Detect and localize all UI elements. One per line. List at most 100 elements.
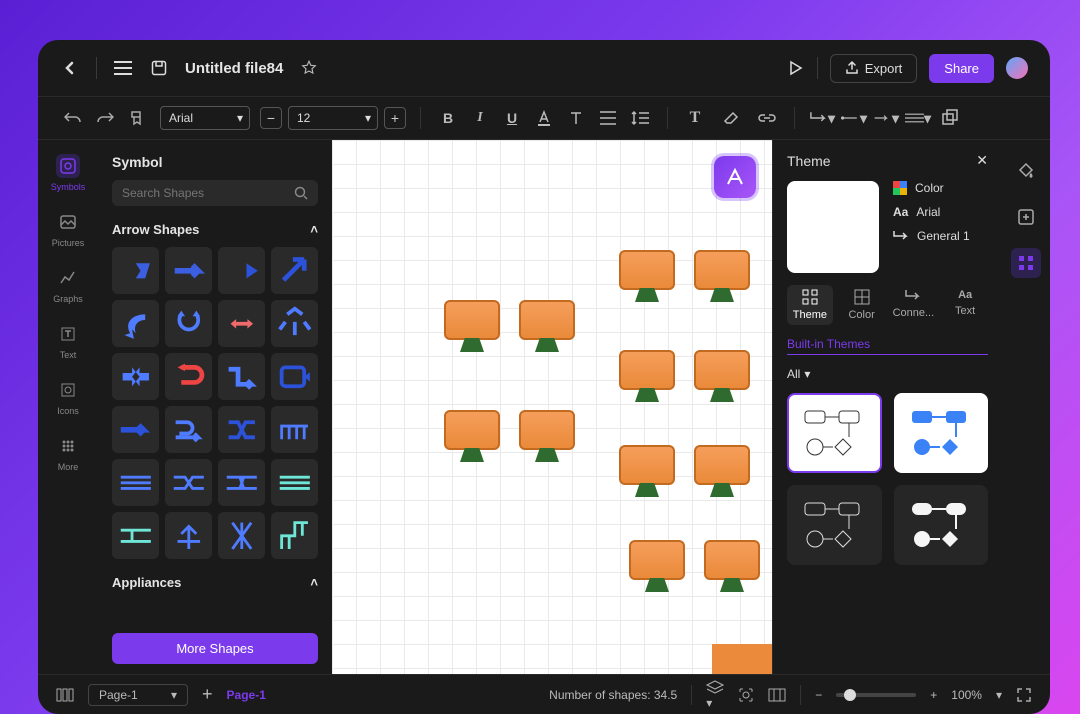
grid-tool[interactable] [1011,248,1041,278]
active-page[interactable]: Page-1 [227,688,266,702]
tab-color[interactable]: Color [839,285,885,325]
theme-filter[interactable]: All▾ [787,367,988,381]
save-icon[interactable] [149,58,169,78]
arrow-shape[interactable] [218,300,265,347]
map-icon[interactable] [768,687,786,703]
fullscreen-icon[interactable] [1016,687,1032,703]
rail-pictures[interactable]: Pictures [52,210,85,248]
zoom-slider[interactable] [836,693,916,697]
redo-icon[interactable] [92,105,118,131]
shape-desk[interactable] [627,540,687,596]
arrow-shape[interactable] [165,300,212,347]
underline-button[interactable]: U [499,105,525,131]
arrow-shape[interactable] [165,512,212,559]
line-start-button[interactable]: ▾ [841,105,867,131]
tab-theme[interactable]: Theme [787,285,833,325]
line-style-button[interactable]: ▾ [905,105,931,131]
text-tool-button[interactable]: T [682,105,708,131]
arrow-shape[interactable] [218,512,265,559]
meta-connector[interactable]: General 1 [893,229,970,243]
font-size-select[interactable]: 12▾ [288,106,378,130]
shape-desk[interactable] [617,350,677,406]
arrow-shape[interactable] [271,353,318,400]
close-icon[interactable]: ✕ [976,152,988,169]
font-decrease-button[interactable]: − [260,107,282,129]
shape-desk[interactable] [702,540,762,596]
shape-desk[interactable] [692,445,752,501]
tab-text[interactable]: AaText [942,285,988,325]
play-icon[interactable] [785,58,805,78]
shape-desk[interactable] [442,410,502,466]
rail-icons[interactable]: Icons [56,378,80,416]
arrow-shape[interactable] [218,353,265,400]
builtin-themes-link[interactable]: Built-in Themes [787,337,988,355]
arrow-shape[interactable] [112,459,159,506]
position-button[interactable] [937,105,963,131]
arrow-shape[interactable] [112,406,159,453]
connector-style-button[interactable]: ▾ [809,105,835,131]
search-shapes[interactable] [112,180,318,206]
theme-card[interactable] [894,485,989,565]
menu-icon[interactable] [113,58,133,78]
share-button[interactable]: Share [929,54,994,83]
theme-card[interactable] [787,393,882,473]
section-arrow-shapes[interactable]: Arrow Shapes ˄ [112,222,318,237]
layers-icon[interactable]: ▾ [706,680,724,710]
arrow-shape[interactable] [271,406,318,453]
eraser-button[interactable] [718,105,744,131]
zoom-value[interactable]: 100% [951,688,982,702]
canvas[interactable] [332,140,772,674]
zoom-in-button[interactable]: + [930,688,937,702]
shape-desk[interactable] [617,250,677,306]
format-painter-icon[interactable] [124,105,150,131]
arrow-shape[interactable] [165,459,212,506]
fill-tool[interactable] [1011,156,1041,186]
rail-text[interactable]: Text [56,322,80,360]
pages-icon[interactable] [56,687,74,703]
arrow-shape[interactable] [112,247,159,294]
shape[interactable] [712,644,772,674]
more-shapes-button[interactable]: More Shapes [112,633,318,664]
arrow-shape[interactable] [165,247,212,294]
bold-button[interactable]: B [435,105,461,131]
focus-icon[interactable] [738,687,754,703]
add-page-button[interactable]: + [202,684,213,705]
align-button[interactable] [595,105,621,131]
arrow-shape[interactable] [165,406,212,453]
text-effect-button[interactable] [563,105,589,131]
zoom-out-button[interactable]: − [815,688,822,702]
shape-desk[interactable] [517,300,577,356]
theme-card[interactable] [787,485,882,565]
arrow-shape[interactable] [218,406,265,453]
italic-button[interactable]: I [467,105,493,131]
arrow-shape[interactable] [271,247,318,294]
meta-color[interactable]: Color [893,181,970,195]
line-end-button[interactable]: ▾ [873,105,899,131]
export-button[interactable]: Export [830,54,918,83]
shape-desk[interactable] [692,250,752,306]
section-appliances[interactable]: Appliances ˄ [112,575,318,590]
page-select[interactable]: Page-1▾ [88,684,188,706]
undo-icon[interactable] [60,105,86,131]
shape-desk[interactable] [692,350,752,406]
tab-connector[interactable]: Conne... [891,285,937,325]
font-select[interactable]: Arial▾ [160,106,250,130]
arrow-shape[interactable] [271,512,318,559]
font-increase-button[interactable]: + [384,107,406,129]
search-input[interactable] [122,186,294,200]
shape-desk[interactable] [517,410,577,466]
rail-graphs[interactable]: Graphs [53,266,83,304]
font-color-button[interactable] [531,105,557,131]
arrow-shape[interactable] [112,300,159,347]
star-icon[interactable] [299,58,319,78]
theme-card[interactable] [894,393,989,473]
rail-symbols[interactable]: Symbols [51,154,86,192]
shape-desk[interactable] [442,300,502,356]
meta-font[interactable]: AaArial [893,205,970,219]
insert-tool[interactable] [1011,202,1041,232]
ai-fab[interactable] [714,156,756,198]
arrow-shape[interactable] [271,300,318,347]
arrow-shape[interactable] [112,353,159,400]
line-spacing-button[interactable] [627,105,653,131]
arrow-shape[interactable] [218,247,265,294]
